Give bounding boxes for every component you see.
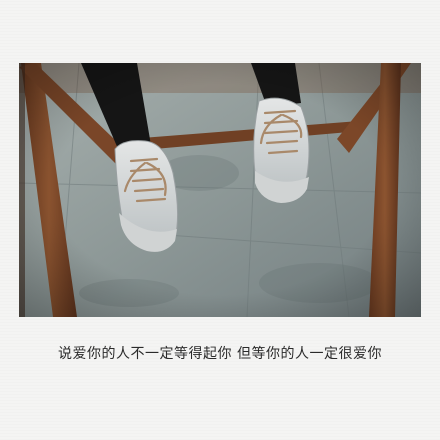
photo (19, 63, 421, 317)
photo-illustration (19, 63, 421, 317)
quote-caption: 说爱你的人不一定等得起你 但等你的人一定很爱你 (58, 346, 382, 362)
quote-card: 说爱你的人不一定等得起你 但等你的人一定很爱你 (0, 0, 440, 440)
